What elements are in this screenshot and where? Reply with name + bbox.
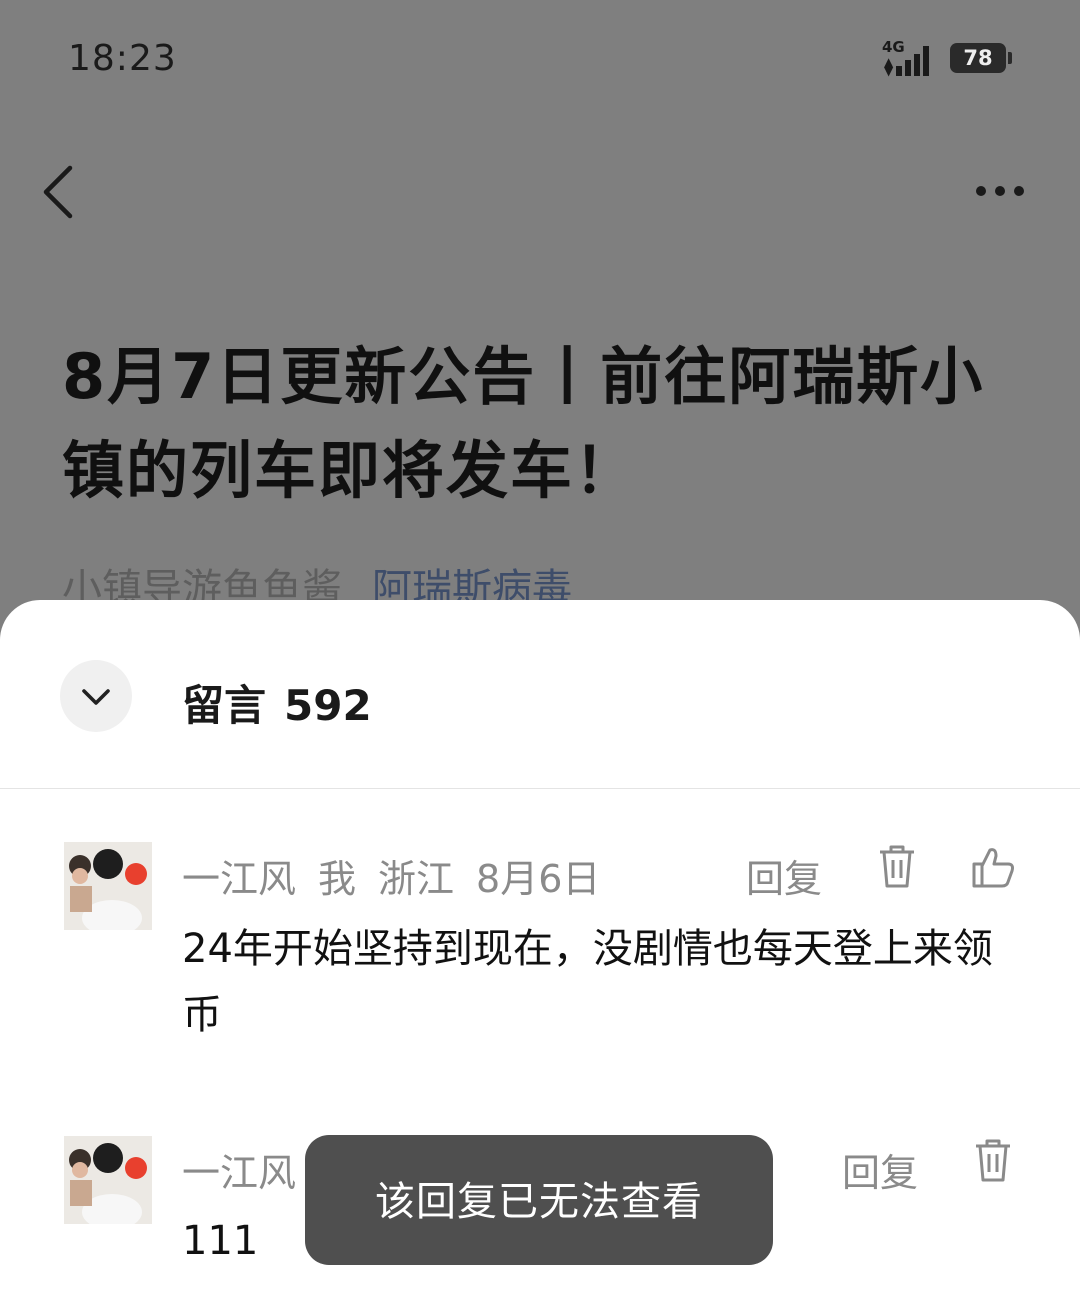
toast-message: 该回复已无法查看 [305,1135,773,1265]
reply-button[interactable]: 回复 [746,848,822,903]
more-dots-icon[interactable] [976,186,1024,196]
comment-user[interactable]: 一江风 [182,1151,296,1195]
delete-icon[interactable] [970,1138,1016,1184]
status-time: 18:23 [68,38,177,79]
comment-date: 8月6日 [476,857,601,901]
comment-location: 浙江 [378,857,455,901]
me-tag: 我 [318,857,357,901]
collapse-button[interactable] [60,660,132,732]
cellular-signal-icon: 4G ▲ ▼ [882,38,938,78]
reply-button[interactable]: 回复 [842,1142,918,1197]
status-indicators: 4G ▲ ▼ 78 [882,38,1012,78]
comments-count: 592 [284,681,372,730]
article-title: 8月7日更新公告丨前往阿瑞斯小镇的列车即将发车！ [62,340,985,507]
comment-user[interactable]: 一江风 [182,857,296,901]
delete-icon[interactable] [874,844,920,890]
comments-label: 留言 [182,681,267,730]
comment-meta: 一江风 [182,1142,318,1197]
avatar[interactable] [64,1136,152,1224]
comment-meta: 一江风我浙江 8月6日 [182,848,622,903]
comment-text: 24年开始坚持到现在，没剧情也每天登上来领币 [182,926,993,1038]
chevron-down-icon [82,689,110,705]
battery-icon: 78 [950,43,1012,73]
like-icon[interactable] [970,844,1016,890]
comments-title: 留言 592 [182,672,372,733]
avatar[interactable] [64,842,152,930]
comments-header: 留言 592 [0,600,1080,789]
back-chevron-icon[interactable] [40,162,88,222]
comment-item: 一江风我浙江 8月6日 回复 24年开始坚持到现在，没剧情也每天登上来领币 [0,840,1080,1060]
